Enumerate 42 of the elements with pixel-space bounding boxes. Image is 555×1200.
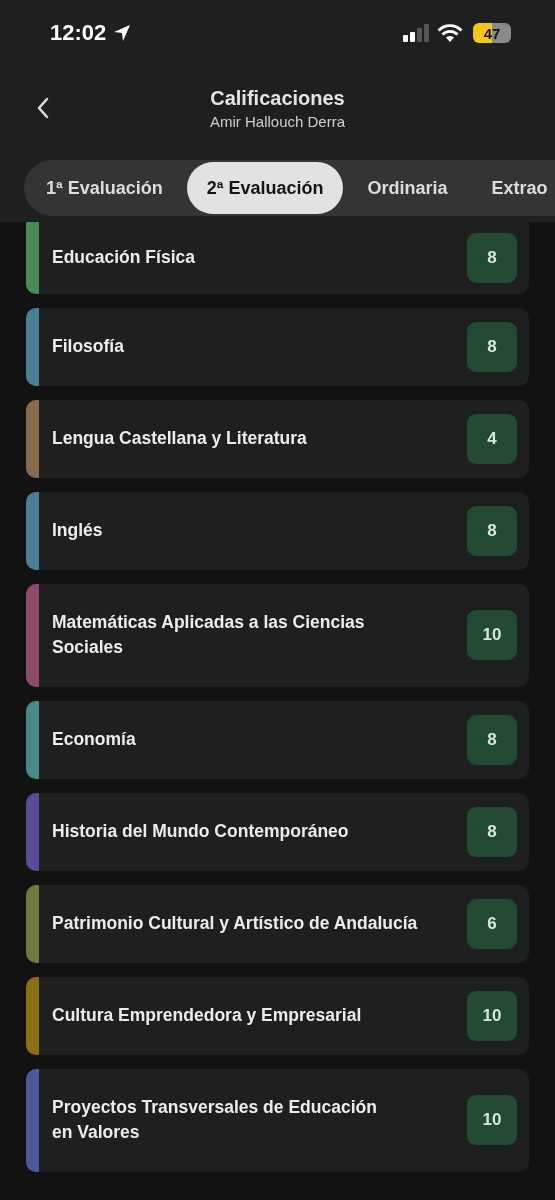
signal-icon <box>403 24 431 42</box>
period-tab[interactable]: Extrao <box>471 162 548 214</box>
period-tab[interactable]: 1ª Evaluación <box>26 162 183 214</box>
subject-card[interactable]: Inglés 8 <box>26 492 529 570</box>
subject-card[interactable]: Historia del Mundo Contemporáneo 8 <box>26 792 529 871</box>
grade-badge: 8 <box>467 714 517 765</box>
subject-card[interactable]: Lengua Castellana y Literatura 4 <box>26 400 529 478</box>
grade-badge: 6 <box>467 898 517 949</box>
grade-badge: 4 <box>467 414 517 464</box>
back-icon[interactable] <box>36 97 50 119</box>
location-arrow-icon <box>112 23 133 43</box>
subject-name: Historia del Mundo Contemporáneo <box>51 820 350 844</box>
grade-badge: 10 <box>467 990 517 1041</box>
subject-card[interactable]: Cultura Emprendedora y Empresarial 10 <box>26 976 529 1055</box>
period-tab[interactable]: 2ª Evaluación <box>186 162 344 214</box>
status-time: 12:02 <box>50 20 107 46</box>
subject-name: Filosofía <box>51 335 125 359</box>
grade-badge: 10 <box>467 1095 517 1146</box>
grade-badge: 8 <box>467 506 517 556</box>
grade-badge: 8 <box>467 806 517 857</box>
period-tab[interactable]: Ordinaria <box>347 162 468 214</box>
subject-name: Cultura Emprendedora y Empresarial <box>51 1004 363 1028</box>
student-name: Amir Hallouch Derra <box>209 112 345 130</box>
grade-badge: 8 <box>467 233 517 283</box>
subject-name: Patrimonio Cultural y Artístico de Andalucía <box>51 912 419 936</box>
battery-indicator: 47 <box>473 23 511 43</box>
subject-card[interactable]: Proyectos Transversales de Educación en Valores 10 <box>26 1068 529 1172</box>
subject-card[interactable]: Patrimonio Cultural y Artístico de Andalucía 6 <box>26 884 529 963</box>
subject-name: Economía <box>51 728 137 752</box>
grade-badge: 10 <box>467 610 517 661</box>
subject-name: Educación Física <box>51 246 196 270</box>
screen-title: Calificaciones <box>210 86 345 110</box>
subject-name: Lengua Castellana y Literatura <box>51 427 308 451</box>
subject-card[interactable]: Educación Física 8 <box>26 222 529 294</box>
grade-badge: 8 <box>467 322 517 372</box>
subject-card[interactable]: Matemáticas Aplicadas a las Ciencias Sociales 10 <box>26 584 529 687</box>
wifi-icon <box>437 24 463 42</box>
subject-name: Matemáticas Aplicadas a las Ciencias Sociales <box>51 611 366 660</box>
subject-name: Proyectos Transversales de Educación en Valores <box>51 1095 378 1145</box>
subject-name: Inglés <box>51 519 104 543</box>
subject-card[interactable]: Filosofía 8 <box>26 308 529 386</box>
subject-card[interactable]: Economía 8 <box>26 700 529 779</box>
